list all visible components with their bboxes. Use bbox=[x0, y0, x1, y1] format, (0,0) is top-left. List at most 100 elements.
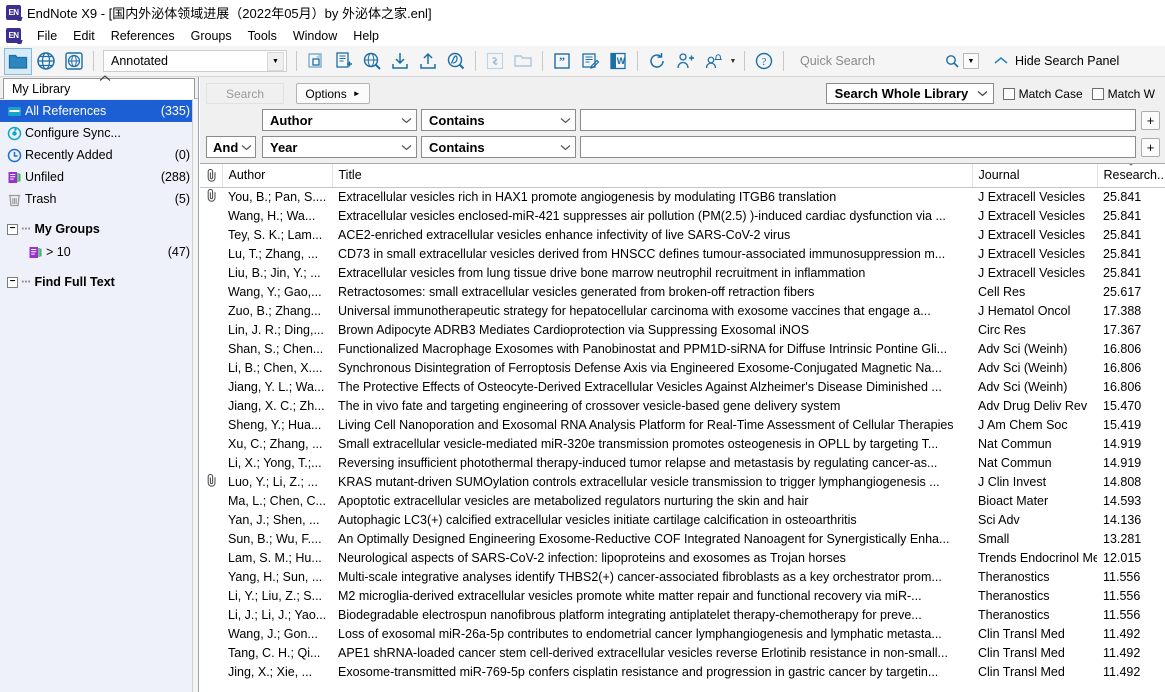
table-row[interactable]: Li, Y.; Liu, Z.; S... M2 microglia-derive… bbox=[200, 586, 1165, 605]
online-search-mode-icon[interactable] bbox=[60, 48, 88, 75]
menu-edit[interactable]: Edit bbox=[65, 27, 103, 45]
sidebar-label: Unfiled bbox=[25, 170, 64, 184]
sidebar-item-unfiled[interactable]: Unfiled (288) bbox=[0, 166, 198, 188]
collapse-minus-icon[interactable]: − bbox=[7, 276, 18, 288]
search-boolean-select-2[interactable]: And bbox=[206, 136, 256, 158]
table-row[interactable]: Li, X.; Yong, T.;... Reversing insufficie… bbox=[200, 453, 1165, 472]
table-row[interactable]: Yang, H.; Sun, ... Multi-scale integrativ… bbox=[200, 567, 1165, 586]
online-search-icon[interactable] bbox=[32, 48, 60, 75]
menu-references[interactable]: References bbox=[103, 27, 183, 45]
online-search-find-icon[interactable] bbox=[358, 48, 386, 75]
table-row[interactable]: Zuo, B.; Zhang... Universal immunotherape… bbox=[200, 301, 1165, 320]
table-row[interactable]: Luo, Y.; Li, Z.; ... KRAS mutant-driven S… bbox=[200, 472, 1165, 491]
table-row[interactable]: Xu, C.; Zhang, ... Small extracellular ve… bbox=[200, 434, 1165, 453]
open-library-icon[interactable] bbox=[4, 47, 32, 75]
format-bibliography-icon[interactable] bbox=[576, 48, 604, 75]
table-row[interactable]: Lu, T.; Zhang, ... CD73 in small extracel… bbox=[200, 244, 1165, 263]
table-row[interactable]: Sun, B.; Wu, F.... An Optimally Designed … bbox=[200, 529, 1165, 548]
help-icon[interactable]: ? bbox=[750, 48, 778, 75]
table-row[interactable]: Tang, C. H.; Qi... APE1 shRNA-loaded canc… bbox=[200, 643, 1165, 662]
menu-help[interactable]: Help bbox=[345, 27, 387, 45]
word-icon[interactable]: W bbox=[604, 48, 632, 75]
find-full-text-icon[interactable] bbox=[442, 48, 470, 75]
match-case-checkbox[interactable]: Match Case bbox=[1002, 87, 1083, 101]
collapse-minus-icon[interactable]: − bbox=[7, 223, 18, 235]
table-row[interactable]: Wang, Y.; Gao,... Retractosomes: small ex… bbox=[200, 282, 1165, 301]
add-search-row-button-1[interactable]: + bbox=[1141, 110, 1160, 130]
sidebar-item-recently-added[interactable]: Recently Added (0) bbox=[0, 144, 198, 166]
search-button[interactable]: Search bbox=[206, 83, 284, 104]
options-button[interactable]: Options ► bbox=[296, 83, 370, 104]
menu-groups[interactable]: Groups bbox=[183, 27, 240, 45]
import-icon[interactable] bbox=[386, 48, 414, 75]
match-words-checkbox[interactable]: Match W bbox=[1091, 87, 1155, 101]
table-row[interactable]: Jiang, Y. L.; Wa... The Protective Effect… bbox=[200, 377, 1165, 396]
export-icon[interactable] bbox=[414, 48, 442, 75]
column-header-author[interactable]: Author bbox=[222, 164, 333, 188]
sidebar-count: (335) bbox=[160, 104, 190, 118]
new-reference-icon[interactable] bbox=[330, 48, 358, 75]
column-header-title[interactable]: Title bbox=[332, 164, 973, 188]
column-header-attachment[interactable] bbox=[200, 164, 223, 188]
table-row[interactable]: Ma, L.; Chen, C... Apoptotic extracellula… bbox=[200, 491, 1165, 510]
menu-tools[interactable]: Tools bbox=[240, 27, 285, 45]
row-journal-cell: Circ Res bbox=[978, 322, 1026, 337]
quick-search-input[interactable]: Quick Search bbox=[797, 54, 937, 68]
my-groups-header[interactable]: − ··· My Groups bbox=[0, 217, 198, 241]
table-row[interactable]: Tey, S. K.; Lam... ACE2-enriched extracel… bbox=[200, 225, 1165, 244]
row-attachment-cell bbox=[200, 339, 222, 358]
table-row[interactable]: Shan, S.; Chen... Functionalized Macropha… bbox=[200, 339, 1165, 358]
table-row[interactable]: Jiang, X. C.; Zh... The in vivo fate and … bbox=[200, 396, 1165, 415]
table-row[interactable]: You, B.; Pan, S.... Extracellular vesicle… bbox=[200, 187, 1165, 206]
options-label: Options bbox=[305, 86, 347, 101]
sidebar-item-trash[interactable]: Trash (5) bbox=[0, 188, 198, 210]
hide-search-panel-button[interactable]: Hide Search Panel bbox=[993, 54, 1119, 68]
search-field-select-2[interactable]: Year bbox=[262, 136, 417, 158]
sidebar-scrollbar[interactable] bbox=[192, 99, 198, 692]
add-search-row-button-2[interactable]: + bbox=[1141, 137, 1160, 157]
sidebar-item-configure-sync[interactable]: Configure Sync... bbox=[0, 122, 198, 144]
menu-window[interactable]: Window bbox=[285, 27, 345, 45]
search-operator-select-2[interactable]: Contains bbox=[421, 136, 576, 158]
insert-citation-icon[interactable]: ” bbox=[548, 48, 576, 75]
open-file-folder-icon[interactable] bbox=[509, 48, 537, 75]
activity-dropdown-icon[interactable]: ▼ bbox=[727, 48, 739, 75]
checkbox-box[interactable] bbox=[1002, 87, 1015, 100]
checkbox-box[interactable] bbox=[1091, 87, 1104, 100]
table-row[interactable]: Wang, J.; Gon... Loss of exosomal miR-26a… bbox=[200, 624, 1165, 643]
search-scope-select[interactable]: Search Whole Library bbox=[825, 83, 994, 104]
row-journal-cell: Nat Commun bbox=[978, 436, 1052, 451]
search-field-select-1[interactable]: Author bbox=[262, 109, 417, 131]
chevron-down-icon[interactable]: ▼ bbox=[267, 51, 284, 71]
sidebar-item-all-references[interactable]: All References (335) bbox=[0, 100, 198, 122]
table-row[interactable]: Lin, J. R.; Ding,... Brown Adipocyte ADRB… bbox=[200, 320, 1165, 339]
row-journal-cell: J Extracell Vesicles bbox=[978, 189, 1085, 204]
column-header-journal[interactable]: Journal bbox=[972, 164, 1098, 188]
output-style-select[interactable]: Annotated ▼ bbox=[103, 50, 287, 72]
quick-search[interactable]: Quick Search ▼ bbox=[797, 53, 979, 69]
table-row[interactable]: Wang, H.; Wa... Extracellular vesicles en… bbox=[200, 206, 1165, 225]
menu-file[interactable]: File bbox=[29, 27, 65, 45]
copy-references-icon[interactable] bbox=[302, 48, 330, 75]
sync-icon[interactable] bbox=[643, 48, 671, 75]
search-term-input-2[interactable] bbox=[580, 136, 1136, 158]
table-row[interactable]: Lam, S. M.; Hu... Neurological aspects of… bbox=[200, 548, 1165, 567]
table-row[interactable]: Jing, X.; Xie, ... Exosome-transmitted mi… bbox=[200, 662, 1165, 681]
share-library-icon[interactable] bbox=[671, 48, 699, 75]
collapse-chevron-icon[interactable] bbox=[98, 75, 112, 82]
activity-feed-icon[interactable] bbox=[699, 48, 727, 75]
quick-search-dropdown-icon[interactable]: ▼ bbox=[963, 53, 979, 69]
search-icon[interactable] bbox=[945, 54, 959, 68]
table-row[interactable]: Li, J.; Li, J.; Yao... Biodegradable elec… bbox=[200, 605, 1165, 624]
table-row[interactable]: Liu, B.; Jin, Y.; ... Extracellular vesic… bbox=[200, 263, 1165, 282]
search-term-input-1[interactable] bbox=[580, 109, 1136, 131]
table-row[interactable]: Sheng, Y.; Hua... Living Cell Nanoporatio… bbox=[200, 415, 1165, 434]
table-row[interactable]: Li, B.; Chen, X.... Synchronous Disintegr… bbox=[200, 358, 1165, 377]
table-row[interactable]: Yan, J.; Shen, ... Autophagic LC3(+) calc… bbox=[200, 510, 1165, 529]
sidebar-group-item[interactable]: > 10 (47) bbox=[0, 241, 198, 263]
search-row-1: Author Contains + bbox=[200, 108, 1165, 132]
link-icon[interactable] bbox=[481, 48, 509, 75]
column-header-rating[interactable]: Research... bbox=[1097, 164, 1165, 188]
find-full-text-header[interactable]: − ··· Find Full Text bbox=[0, 270, 198, 294]
search-operator-select-1[interactable]: Contains bbox=[421, 109, 576, 131]
